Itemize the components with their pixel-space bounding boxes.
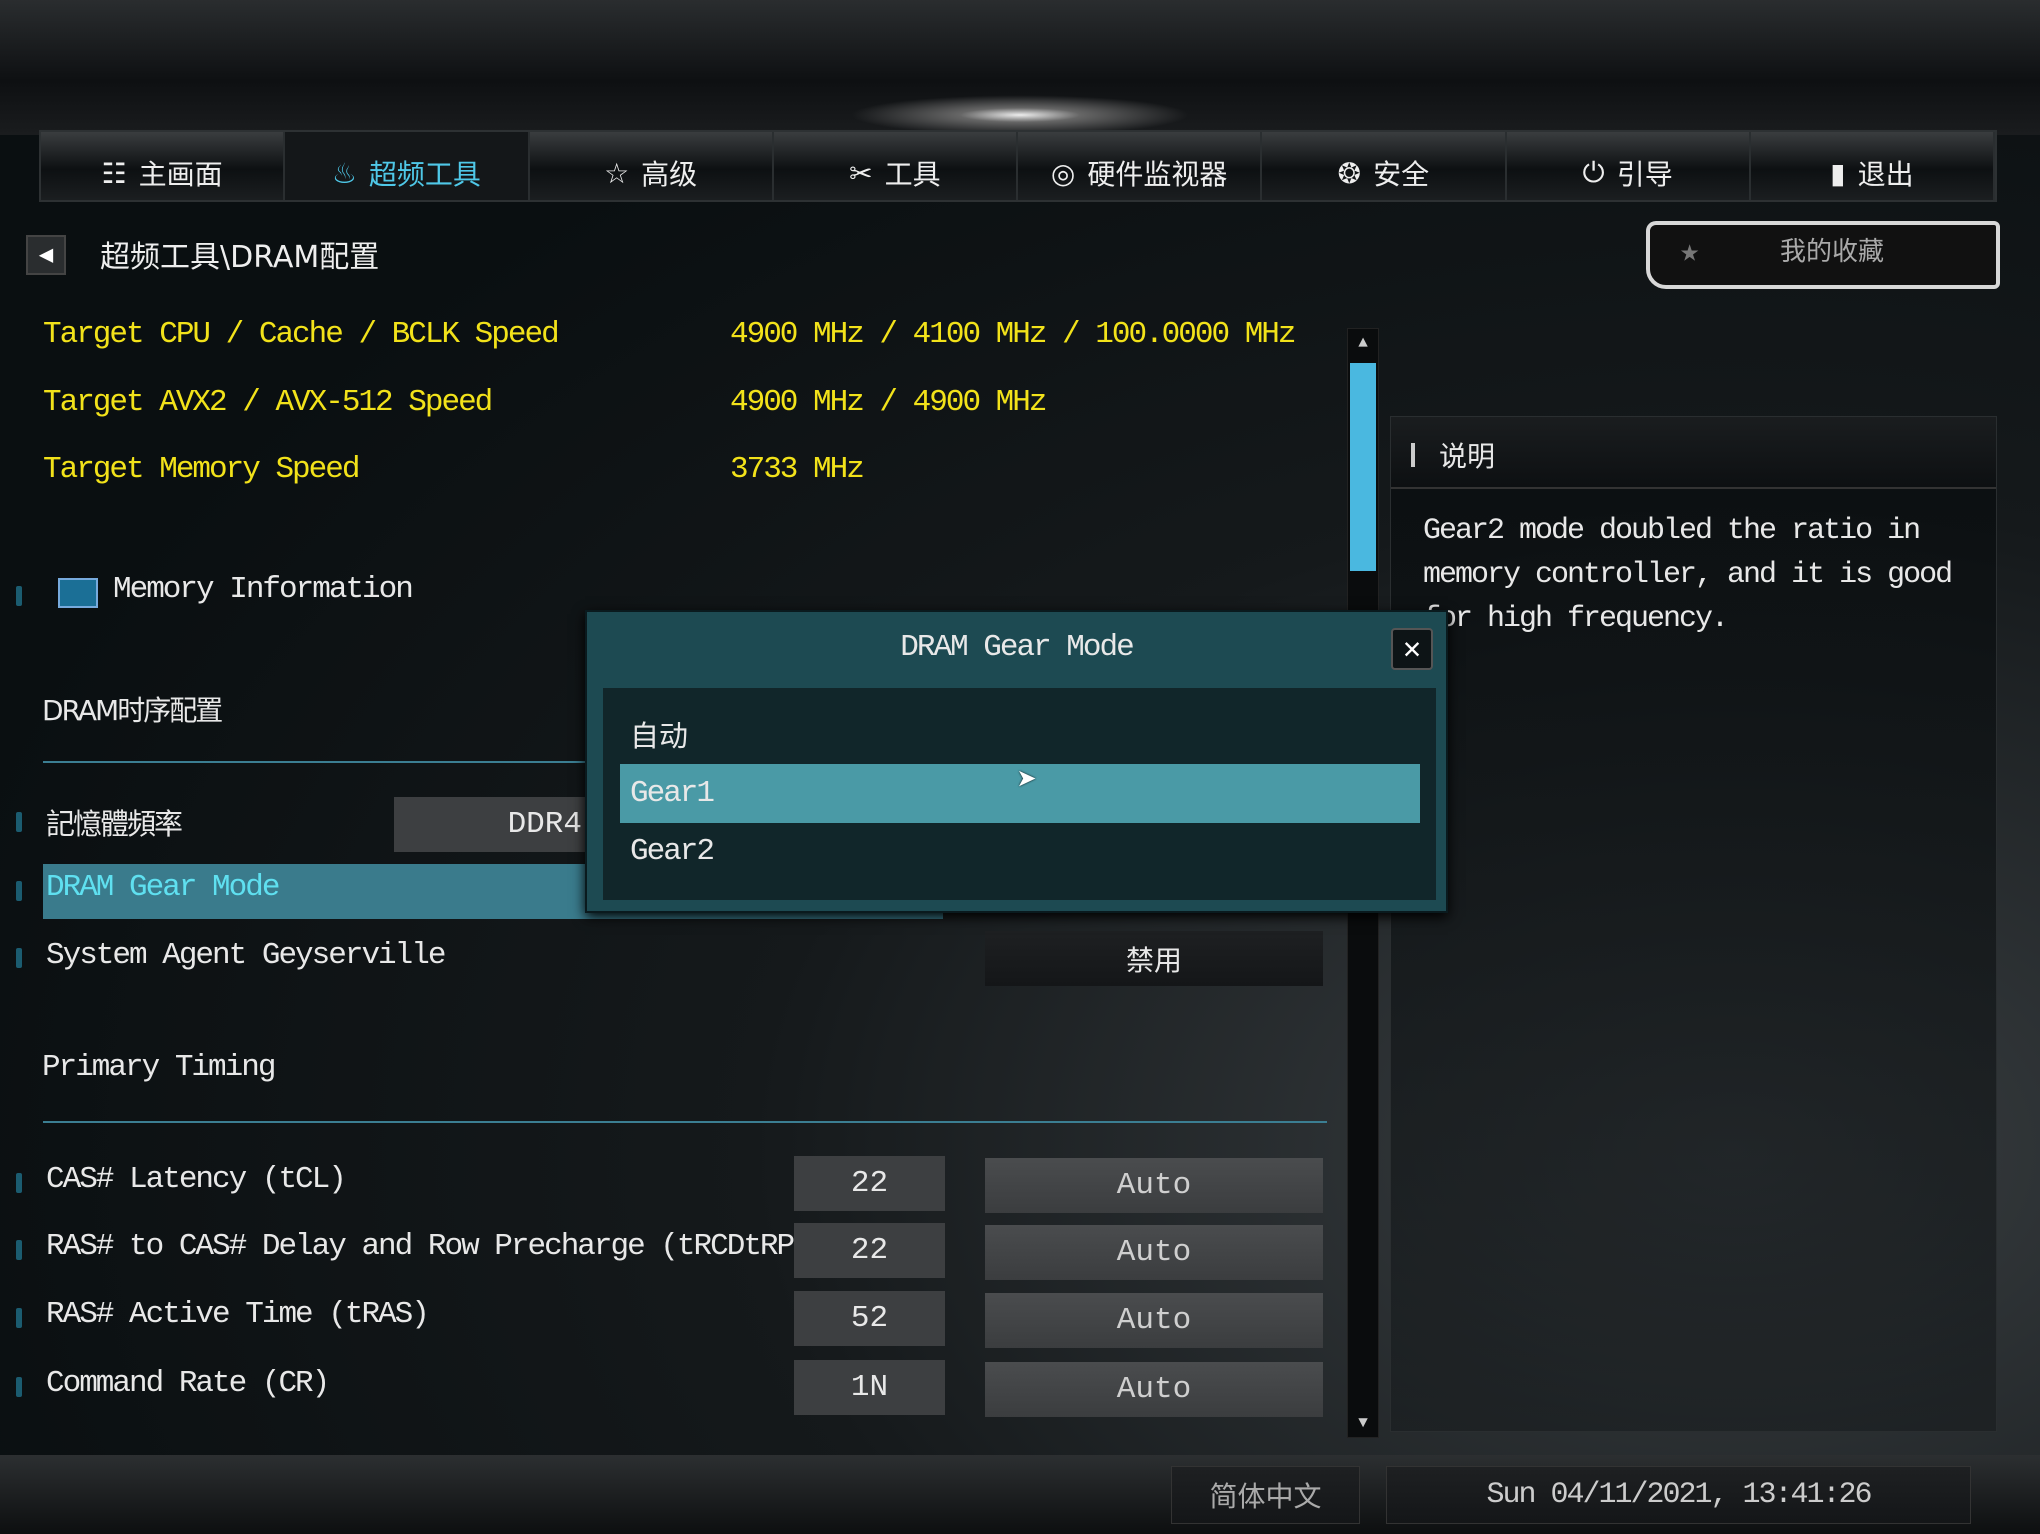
mem-freq-value[interactable]: DDR4 — [394, 797, 594, 852]
power-icon: ⏻ — [1582, 156, 1605, 189]
dram-gear-mode-label: DRAM Gear Mode — [46, 870, 280, 905]
timing-setting-input[interactable]: Auto — [985, 1158, 1323, 1213]
star-icon: ★ — [1680, 234, 1700, 271]
bullet — [16, 948, 22, 968]
tab-7[interactable]: ▮ 退出 — [1751, 132, 1995, 200]
scroll-thumb[interactable] — [1350, 363, 1376, 571]
timing-setting-input[interactable]: Auto — [985, 1225, 1323, 1280]
timing-label: CAS# Latency (tCL) — [46, 1162, 347, 1197]
divider — [43, 1121, 1327, 1123]
bullet — [16, 881, 22, 901]
mouse-cursor-icon: ➤ — [1017, 764, 1038, 802]
target-label: Target AVX2 / AVX-512 Speed — [43, 385, 493, 420]
tab-4[interactable]: ◎ 硬件监视器 — [1018, 132, 1263, 200]
timing-value: 22 — [794, 1223, 945, 1278]
tab-label: 硬件监视器 — [1087, 158, 1228, 191]
favorites-button[interactable]: ★ 我的收藏 — [1646, 221, 2000, 289]
help-description: Gear2 mode doubled the ratio in memory c… — [1423, 514, 1953, 636]
rocket-icon: ♨ — [331, 156, 357, 190]
back-button[interactable]: ◀ — [26, 235, 66, 275]
tab-6[interactable]: ⏻ 引导 — [1507, 132, 1751, 200]
star-icon: ☆ — [604, 156, 630, 190]
bullet — [16, 1377, 22, 1397]
bullet — [16, 586, 22, 606]
breadcrumb: 超频工具\DRAM配置 — [100, 240, 380, 275]
tab-label: 高级 — [641, 158, 698, 191]
option-auto[interactable]: 自动 — [620, 710, 1420, 762]
target-label: Target CPU / Cache / BCLK Speed — [43, 317, 560, 352]
tab-label: 引导 — [1616, 158, 1673, 191]
target-value: 4900 MHz / 4900 MHz — [730, 385, 1047, 420]
top-decoration — [0, 0, 2040, 135]
help-title: 说明 — [1439, 440, 1496, 473]
bullet — [16, 812, 22, 832]
timing-value: 52 — [794, 1291, 945, 1346]
tab-2[interactable]: ☆ 高级 — [530, 132, 774, 200]
target-value: 4900 MHz / 4100 MHz / 100.0000 MHz — [730, 317, 1297, 352]
close-button[interactable]: ✕ — [1391, 628, 1433, 670]
tab-0[interactable]: ☷ 主画面 — [41, 132, 286, 200]
tab-label: 超频工具 — [368, 158, 481, 191]
main-tabs: ☷ 主画面 ♨ 超频工具 ☆ 高级 ✂ 工具 ◎ 硬件监视器 ❂ 安全 ⏻ 引导 ▮ 退出 — [39, 130, 1997, 202]
tab-label: 工具 — [884, 158, 941, 191]
tab-label: 主画面 — [138, 158, 223, 191]
timing-label: RAS# to CAS# Delay and Row Precharge (tR… — [46, 1229, 812, 1264]
target-label: Target Memory Speed — [43, 452, 360, 487]
bullet — [16, 1240, 22, 1260]
geyserville-label: System Agent Geyserville — [46, 938, 446, 973]
timing-label: Command Rate (CR) — [46, 1366, 330, 1401]
dialog-title: DRAM Gear Mode — [900, 630, 1134, 665]
timing-value: 1N — [794, 1360, 945, 1415]
bullet — [16, 1308, 22, 1328]
datetime-display: Sun 04/11/2021, 13:41:26 — [1386, 1466, 1971, 1524]
list-icon: ☷ — [101, 156, 127, 190]
tab-3[interactable]: ✂ 工具 — [774, 132, 1018, 200]
tab-label: 退出 — [1857, 158, 1914, 191]
timing-value: 22 — [794, 1156, 945, 1211]
dram-gear-mode-dialog: DRAM Gear Mode ✕ 自动 Gear1 Gear2 ➤ — [585, 610, 1448, 913]
memory-info-icon — [58, 578, 98, 608]
scroll-up-icon[interactable]: ▲ — [1348, 329, 1378, 357]
monitor-icon: ◎ — [1050, 156, 1076, 190]
geyserville-dropdown[interactable]: 禁用 — [985, 931, 1323, 986]
target-value: 3733 MHz — [730, 452, 865, 487]
timing-setting-input[interactable]: Auto — [985, 1362, 1323, 1417]
option-gear2[interactable]: Gear2 — [620, 824, 1420, 880]
section-primary-timing: Primary Timing — [42, 1050, 276, 1085]
timing-label: RAS# Active Time (tRAS) — [46, 1297, 430, 1332]
tab-1[interactable]: ♨ 超频工具 — [285, 132, 530, 200]
tab-label: 安全 — [1373, 158, 1430, 191]
favorites-label: 我的收藏 — [1780, 237, 1885, 267]
exit-icon: ▮ — [1830, 156, 1846, 190]
bullet — [16, 1173, 22, 1193]
scroll-down-icon[interactable]: ▼ — [1348, 1409, 1378, 1437]
memory-information-link[interactable]: Memory Information — [113, 572, 414, 607]
tab-5[interactable]: ❂ 安全 — [1262, 132, 1507, 200]
shield-icon: ❂ — [1337, 156, 1362, 190]
section-dram-timing: DRAM时序配置 — [42, 694, 223, 727]
timing-setting-input[interactable]: Auto — [985, 1293, 1323, 1348]
help-bar-icon — [1411, 443, 1415, 467]
language-button[interactable]: 简体中文 — [1171, 1466, 1360, 1524]
help-panel: 说明 Gear2 mode doubled the ratio in memor… — [1390, 416, 1997, 1432]
tools-icon: ✂ — [849, 156, 873, 190]
mem-freq-label: 記憶體頻率 — [46, 807, 183, 841]
